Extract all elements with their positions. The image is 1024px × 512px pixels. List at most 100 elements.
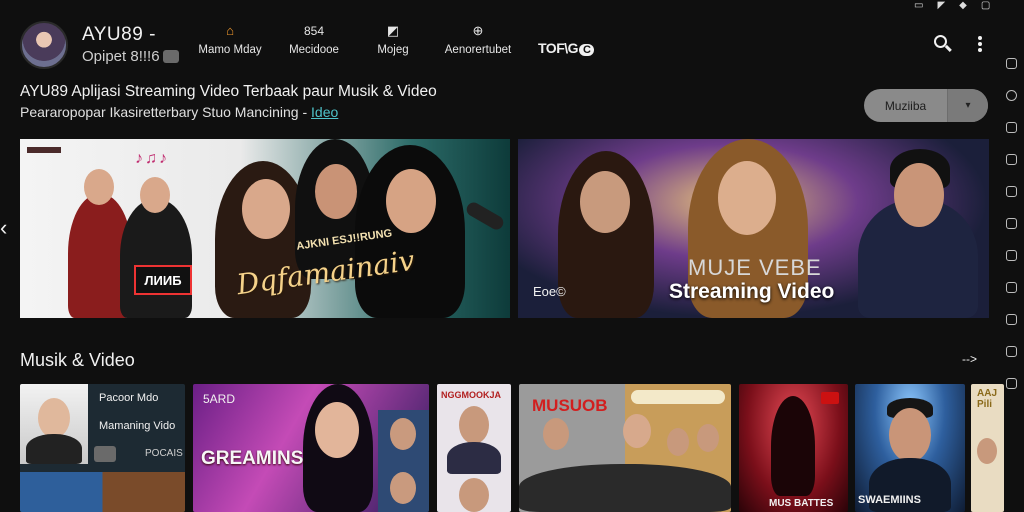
section-title: Musik & Video	[20, 350, 135, 370]
nav-badge-text: TOF\G	[538, 40, 579, 56]
rail-icon[interactable]	[1006, 282, 1017, 293]
music-note-icon: 854	[303, 24, 325, 38]
rail-icon[interactable]	[1006, 154, 1017, 165]
banner-person-image	[120, 199, 192, 318]
card-bottom-image	[20, 472, 185, 512]
nav-item-label: Mojeg	[377, 44, 409, 56]
banner-face-image	[242, 179, 290, 239]
card-title: NGGMOOKJA	[441, 390, 502, 400]
app-name: AYU89 -	[82, 24, 156, 45]
avatar[interactable]	[20, 21, 68, 69]
card-face-image	[459, 478, 489, 512]
card-subtitle: Mamaning Vido	[99, 420, 176, 432]
live-badge-icon	[821, 392, 839, 404]
nav-item-label: Aenorertubet	[444, 44, 512, 56]
rail-icon[interactable]	[1006, 346, 1017, 357]
banner-face-image	[315, 164, 357, 219]
banner-face-image	[718, 161, 776, 235]
card-person-image	[447, 442, 501, 474]
card-thumbnail-image	[20, 384, 88, 464]
puzzle-icon: ⊕	[472, 23, 484, 38]
top-bar: AYU89 - Opipet 8!!!6 ⌂ Mamo Mday 854 Mec…	[0, 0, 1000, 84]
home-icon: ⌂	[226, 23, 234, 38]
carousel-prev-icon[interactable]: ‹	[0, 217, 14, 239]
banner-face-image	[894, 163, 944, 227]
card-label-pill	[631, 390, 725, 404]
right-rail	[1004, 58, 1024, 410]
card-face-image	[697, 424, 719, 452]
app-subtitle: Opipet 8!!!6	[82, 48, 179, 65]
card-face-image	[543, 418, 569, 450]
card-face-image	[390, 418, 416, 450]
card-hair-image	[771, 396, 815, 496]
page-subtitle: Peararopopar Ikasiretterbary Stuo Mancin…	[20, 104, 338, 120]
video-card[interactable]: MUS BATTES	[739, 384, 848, 512]
rail-icon[interactable]	[1006, 218, 1017, 229]
card-face-image	[623, 414, 651, 448]
chevron-down-icon[interactable]: ▾	[948, 89, 988, 122]
card-face-image	[315, 402, 359, 458]
card-face-image	[977, 438, 997, 464]
nav-badge[interactable]: TOF\G C	[538, 40, 595, 56]
card-title: 5ARD	[203, 392, 236, 406]
subline-link[interactable]: Ideo	[311, 104, 338, 120]
video-card[interactable]: AAJ Pili	[971, 384, 1004, 512]
split-button-main[interactable]: Muziiba	[864, 89, 948, 122]
rail-icon[interactable]	[1006, 122, 1017, 133]
card-face-image	[38, 398, 70, 438]
video-card[interactable]: SWAEMIINS	[855, 384, 965, 512]
rail-icon[interactable]	[1006, 58, 1017, 69]
video-card[interactable]: 5ARD GREAMINS	[193, 384, 429, 512]
banner-face-image	[386, 169, 436, 233]
see-more-arrow-icon[interactable]: -->	[962, 352, 977, 366]
nav-item-home[interactable]: ⌂ Mamo Mday	[190, 23, 270, 57]
banner-tag-icon	[27, 147, 61, 153]
card-title: MUSUOB	[532, 396, 608, 415]
banner-badge: Eoe©	[533, 284, 566, 299]
split-button[interactable]: Muziiba ▾	[864, 89, 988, 122]
rail-icon[interactable]	[1006, 186, 1017, 197]
nav-item-label: Mamo Mday	[198, 44, 262, 56]
app-subtitle-text: Opipet 8!!!6	[82, 48, 160, 65]
nav-item-video[interactable]: ◩ Mojeg	[353, 23, 433, 57]
nav-item-label: Mecidooe	[289, 44, 339, 56]
card-person-image	[26, 434, 82, 464]
banner-subtitle: Streaming Video	[669, 280, 835, 303]
card-face-image	[459, 406, 489, 444]
video-card[interactable]: NGGMOOKJA	[437, 384, 511, 512]
rail-icon[interactable]	[1006, 250, 1017, 261]
rail-icon[interactable]	[1006, 90, 1017, 101]
more-dot-icon	[978, 48, 982, 52]
card-person-image	[519, 464, 731, 512]
banner-title: MUJE VEBE	[688, 255, 822, 280]
card-title: AAJ Pili	[977, 388, 998, 410]
card-subtitle: GREAMINS	[201, 448, 304, 469]
card-face-image	[390, 472, 416, 504]
card-face-image	[667, 428, 689, 456]
search-button[interactable]	[933, 34, 953, 54]
nav-item-puzzle[interactable]: ⊕ Aenorertubet	[438, 23, 518, 57]
badge-chip-icon	[162, 50, 179, 63]
video-icon: ◩	[386, 23, 400, 38]
more-options-button[interactable]	[972, 36, 988, 54]
card-title: SWAEMIINS	[858, 494, 921, 506]
nav-item-music[interactable]: 854 Mecidooe	[274, 24, 354, 56]
rail-icon[interactable]	[1006, 378, 1017, 389]
banner-face-image	[84, 169, 114, 205]
rail-icon[interactable]	[1006, 314, 1017, 325]
page-title: AYU89 Aplijasi Streaming Video Terbaak p…	[20, 83, 437, 100]
video-card[interactable]: MUSUOB	[519, 384, 731, 512]
card-title: Pacoor Mdo	[99, 392, 159, 404]
more-dot-icon	[978, 42, 982, 46]
search-icon-handle	[945, 44, 952, 52]
card-action-icon[interactable]	[94, 446, 116, 462]
card-side-image	[378, 410, 429, 512]
banner-face-image	[580, 171, 630, 233]
subline-text: Peararopopar Ikasiretterbary Stuo Mancin…	[20, 104, 312, 120]
card-face-image	[889, 408, 931, 462]
video-card[interactable]: Pacoor Mdo Mamaning Vido POCAIS	[20, 384, 185, 512]
more-dot-icon	[978, 36, 982, 40]
microphone-icon	[464, 199, 506, 233]
music-notes-icon: ♪♫♪	[135, 150, 169, 167]
nav-badge-pill: C	[579, 44, 595, 56]
